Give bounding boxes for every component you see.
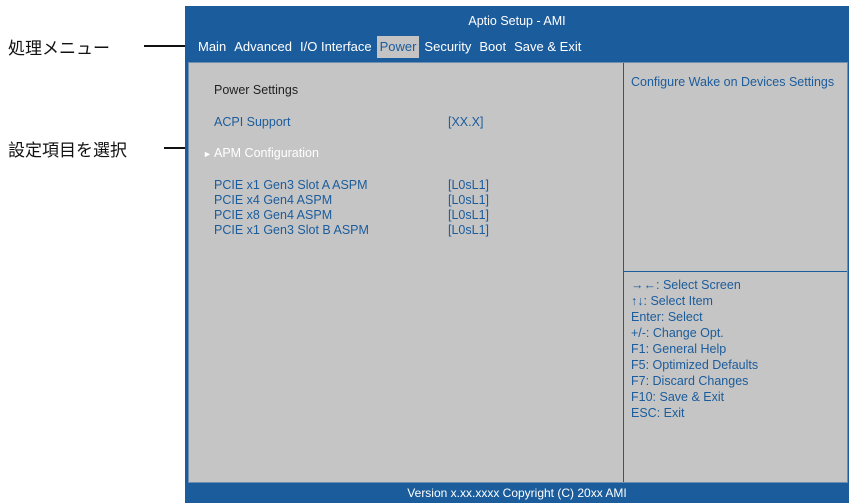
settings-heading-label: Power Settings	[214, 83, 299, 97]
menu-bar: Main Advanced I/O Interface Power Security Bo…	[195, 36, 586, 62]
bios-setup-window: Aptio Setup - AMI Main Advanced I/O Interf…	[185, 6, 849, 503]
menu-io-interface[interactable]: I/O Interface	[297, 36, 375, 58]
window-title: Aptio Setup - AMI	[468, 14, 566, 28]
setting-label: ACPI Support	[214, 115, 291, 129]
menu-main[interactable]: Main	[195, 36, 229, 58]
version-footer: Version x.xx.xxxx Copyright (C) 20xx AMI	[407, 486, 627, 500]
key-save-exit: F10: Save & Exit	[631, 390, 725, 404]
setting-value[interactable]: [L0sL1]	[448, 178, 489, 193]
setting-value[interactable]: [L0sL1]	[448, 208, 489, 223]
key-enter: Enter: Select	[631, 310, 703, 324]
settings-list: Power Settings ACPI Support [XX.X] ► APM…	[189, 63, 623, 482]
key-change-opt: +/-: Change Opt.	[631, 326, 724, 340]
setting-label: PCIE x1 Gen3 Slot A ASPM	[214, 178, 368, 192]
settings-panel: Power Settings ACPI Support [XX.X] ► APM…	[188, 62, 848, 483]
key-discard-changes: F7: Discard Changes	[631, 374, 749, 388]
key-general-help: F1: General Help	[631, 342, 727, 356]
key-esc-exit: ESC: Exit	[631, 406, 685, 420]
setting-label: PCIE x4 Gen4 ASPM	[214, 193, 333, 207]
help-description: Configure Wake on Devices Settings	[631, 75, 835, 89]
submenu-arrow-icon: ►	[203, 149, 212, 159]
setting-label: PCIE x1 Gen3 Slot B ASPM	[214, 223, 369, 237]
menu-annotation: 処理メニュー	[8, 39, 110, 59]
menu-power[interactable]: Power	[376, 36, 420, 58]
menu-boot[interactable]: Boot	[476, 36, 509, 58]
setting-value[interactable]: [L0sL1]	[448, 193, 489, 208]
setting-label: APM Configuration	[214, 146, 319, 160]
setting-label: PCIE x8 Gen4 ASPM	[214, 208, 333, 222]
setting-value[interactable]: [L0sL1]	[448, 223, 489, 238]
key-legend: →←: Select Screen ↑↓: Select Item Enter:…	[631, 277, 758, 421]
menu-security[interactable]: Security	[421, 36, 474, 58]
key-select-screen: →←: Select Screen	[631, 278, 741, 292]
key-select-item: ↑↓: Select Item	[631, 294, 713, 308]
help-panel: Configure Wake on Devices Settings →←: S…	[624, 63, 847, 482]
menu-advanced[interactable]: Advanced	[231, 36, 295, 58]
select-annotation: 設定項目を選択	[8, 141, 127, 161]
setting-value[interactable]: [XX.X]	[448, 115, 483, 130]
key-optimized-defaults: F5: Optimized Defaults	[631, 358, 759, 372]
menu-save-exit[interactable]: Save & Exit	[511, 36, 584, 58]
